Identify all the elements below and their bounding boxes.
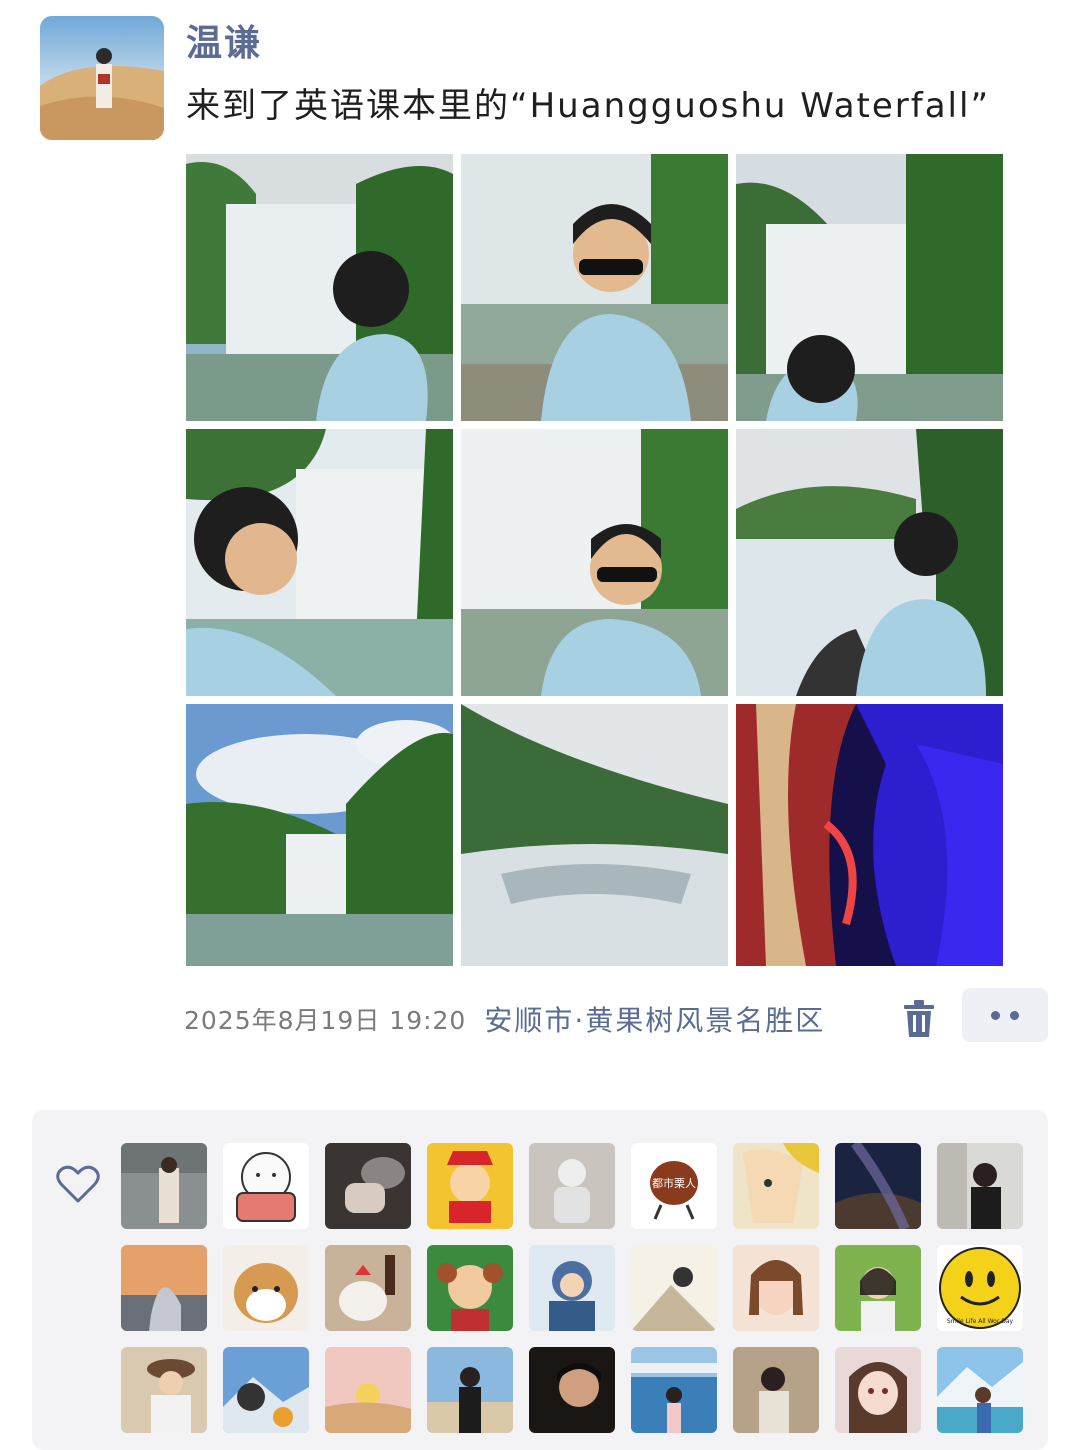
liker-avatar-text: 都市栗人 xyxy=(652,1176,696,1190)
photo-3[interactable] xyxy=(736,154,1003,421)
photo-2[interactable] xyxy=(461,154,728,421)
liker-avatar[interactable] xyxy=(121,1245,207,1331)
liker-avatar[interactable] xyxy=(427,1143,513,1229)
liker-avatar-text: Smile Life All Wor Day xyxy=(947,1318,1014,1325)
liker-avatar[interactable] xyxy=(529,1143,615,1229)
liker-avatar[interactable] xyxy=(223,1245,309,1331)
liker-avatar[interactable] xyxy=(427,1245,513,1331)
post-username[interactable]: 温谦 xyxy=(186,14,262,66)
photo-8[interactable] xyxy=(461,704,728,966)
post-meta: 2025年8月19日 19:20 安顺市·黄果树风景名胜区 xyxy=(184,996,898,1042)
more-options-button[interactable] xyxy=(962,988,1048,1042)
photo-5[interactable] xyxy=(461,429,728,696)
photo-4[interactable] xyxy=(186,429,453,696)
liker-avatar[interactable]: Smile Life All Wor Day xyxy=(937,1245,1023,1331)
liker-avatar[interactable] xyxy=(835,1245,921,1331)
post-timestamp: 2025年8月19日 19:20 xyxy=(184,1006,467,1035)
user-avatar[interactable] xyxy=(40,16,164,140)
photo-grid xyxy=(186,154,1003,966)
liker-avatar[interactable] xyxy=(121,1143,207,1229)
post-location[interactable]: 安顺市·黄果树风景名胜区 xyxy=(484,999,898,1039)
liker-avatar[interactable] xyxy=(121,1347,207,1433)
liker-avatar[interactable] xyxy=(223,1143,309,1229)
photo-6[interactable] xyxy=(736,429,1003,696)
liker-avatar[interactable] xyxy=(835,1347,921,1433)
photo-9[interactable] xyxy=(736,704,1003,966)
liker-avatar[interactable] xyxy=(325,1347,411,1433)
liker-avatar[interactable] xyxy=(325,1245,411,1331)
liker-avatar[interactable] xyxy=(427,1347,513,1433)
liker-avatar[interactable] xyxy=(631,1347,717,1433)
liker-avatar[interactable] xyxy=(937,1347,1023,1433)
liker-avatar[interactable] xyxy=(733,1245,819,1331)
photo-1[interactable] xyxy=(186,154,453,421)
more-dot-icon xyxy=(1010,1010,1019,1020)
liker-avatar[interactable] xyxy=(733,1143,819,1229)
liker-avatar[interactable] xyxy=(223,1347,309,1433)
liker-avatar[interactable] xyxy=(631,1245,717,1331)
trash-icon[interactable] xyxy=(902,1000,936,1038)
more-dot-icon xyxy=(991,1010,1000,1020)
liker-avatar[interactable] xyxy=(835,1143,921,1229)
liker-avatar[interactable]: 都市栗人 xyxy=(631,1143,717,1229)
liker-avatar[interactable] xyxy=(733,1347,819,1433)
photo-7[interactable] xyxy=(186,704,453,966)
post-text: 来到了英语课本里的“Huangguoshu Waterfall” xyxy=(186,86,991,126)
liker-avatar[interactable] xyxy=(325,1143,411,1229)
liker-avatar[interactable] xyxy=(529,1245,615,1331)
liker-avatar[interactable] xyxy=(529,1347,615,1433)
liker-avatar[interactable] xyxy=(937,1143,1023,1229)
heart-icon[interactable] xyxy=(56,1164,100,1204)
